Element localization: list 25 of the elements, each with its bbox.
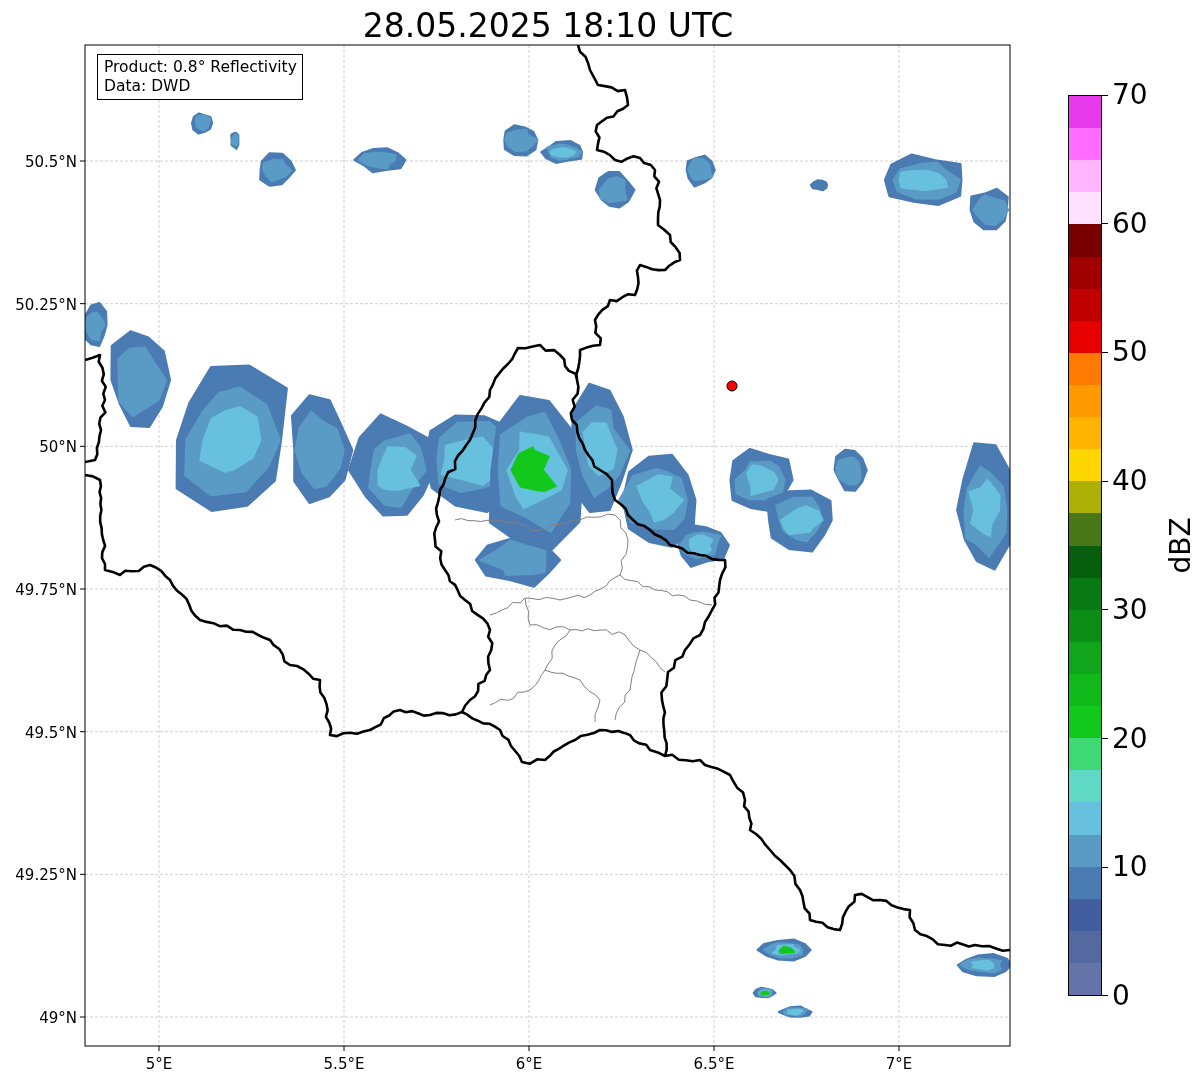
- legend-text: Data: DWD: [104, 77, 192, 96]
- longitude-label: 6°E: [515, 1055, 543, 1073]
- latitude-label: 49°N: [39, 1009, 77, 1027]
- colorbar-tick-label: 60: [1112, 207, 1148, 240]
- longitude-label: 5°E: [145, 1055, 173, 1073]
- colorbar-tick-label: 70: [1112, 79, 1148, 111]
- longitude-label: 6.5°E: [693, 1055, 735, 1073]
- latitude-label: 49.5°N: [24, 723, 77, 742]
- latitude-label: 50°N: [39, 438, 77, 457]
- colorbar-tick-label: 50: [1112, 336, 1148, 369]
- colorbar-tick-label: 10: [1112, 851, 1148, 884]
- chart-title: 28.05.2025 18:10 UTC: [362, 6, 734, 45]
- latitude-label: 50.5°N: [24, 153, 77, 171]
- longitude-label: 5.5°E: [323, 1055, 365, 1073]
- colorbar-label: dBZ: [1163, 517, 1197, 574]
- latitude-label: 49.75°N: [15, 581, 77, 599]
- longitude-label: 7°E: [885, 1055, 913, 1073]
- colorbar-tick-label: 20: [1112, 722, 1148, 755]
- legend-text: Product: 0.8° Reflectivity: [104, 58, 297, 77]
- latitude-label: 50.25°N: [15, 295, 77, 314]
- colorbar-tick-label: 30: [1112, 593, 1148, 626]
- latitude-label: 49.25°N: [15, 866, 77, 885]
- colorbar-tick-label: 0: [1112, 979, 1130, 1012]
- colorbar-tick-label: 40: [1112, 465, 1148, 498]
- radar-site-marker: [726, 380, 738, 392]
